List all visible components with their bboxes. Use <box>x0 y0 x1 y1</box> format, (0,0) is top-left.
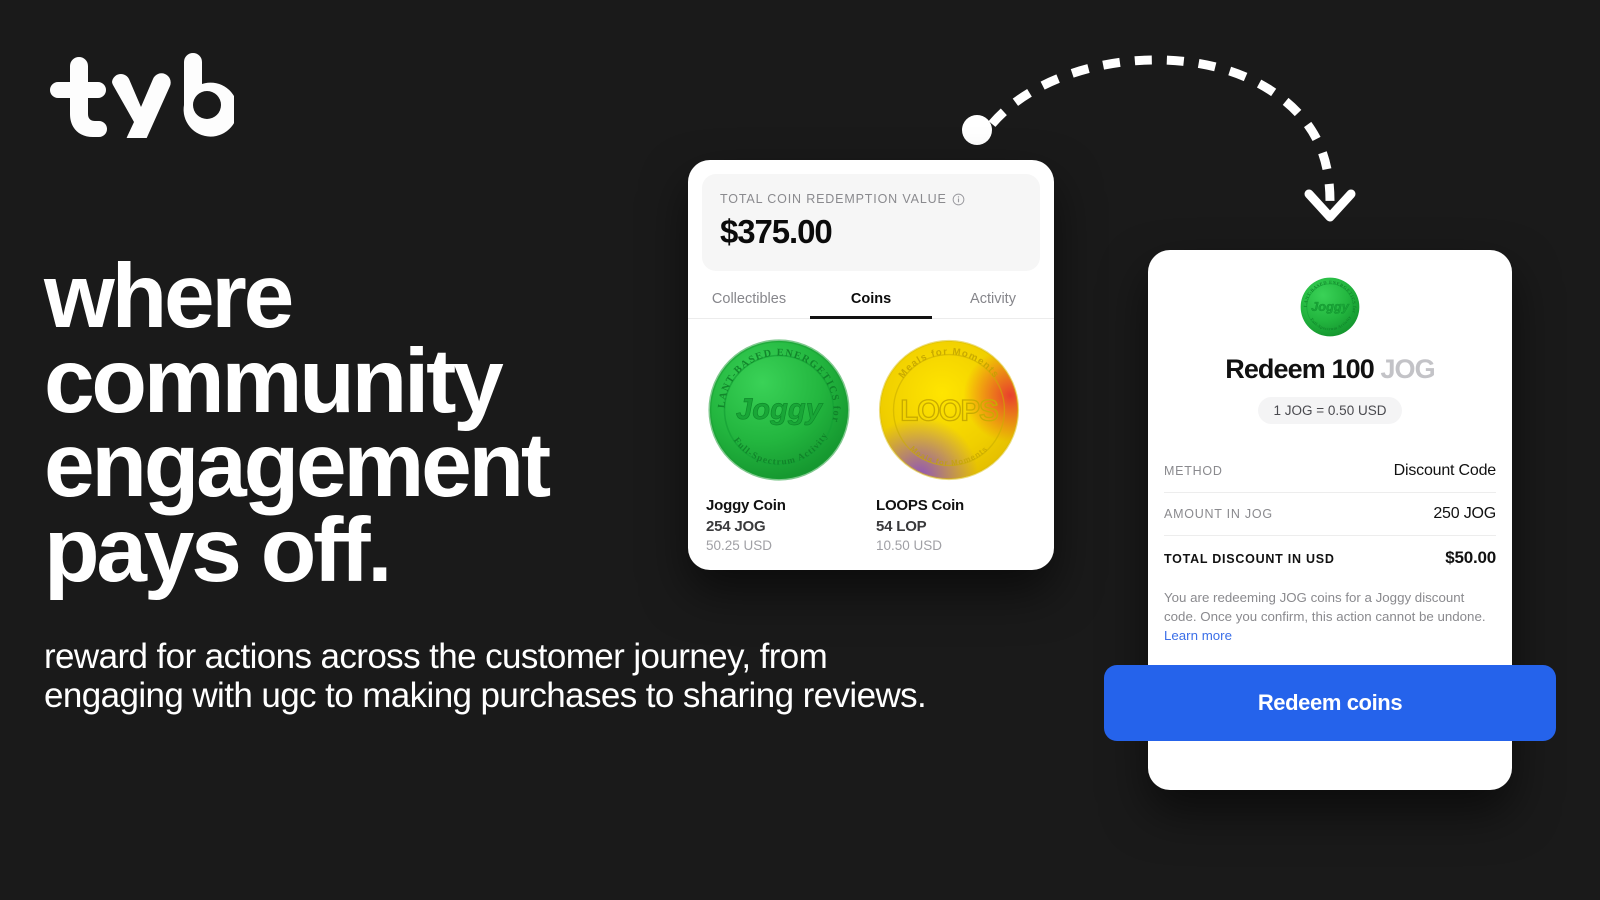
coin-name: LOOPS Coin <box>876 497 965 514</box>
coin-usd-value: 50.25 USD <box>706 538 773 553</box>
total-value-label: TOTAL COIN REDEMPTION VALUE <box>720 192 1022 206</box>
redeem-title: Redeem 100 JOG <box>1148 354 1512 385</box>
table-row: TOTAL DISCOUNT IN USD $50.00 <box>1164 536 1496 580</box>
tyb-logo <box>44 52 238 150</box>
tab-collectibles[interactable]: Collectibles <box>688 285 810 318</box>
coin-list-item[interactable]: PLANT-BASED ENERGETICS for Full-Spectrum… <box>702 329 858 553</box>
coin-amount: 254 JOG <box>706 518 766 535</box>
coin-usd-value: 10.50 USD <box>876 538 943 553</box>
coin-grid: PLANT-BASED ENERGETICS for Full-Spectrum… <box>688 319 1054 553</box>
table-row: METHOD Discount Code <box>1164 450 1496 493</box>
headline-line-1: where <box>44 246 294 347</box>
learn-more-link[interactable]: Learn more <box>1164 628 1232 643</box>
row-value: Discount Code <box>1393 462 1497 479</box>
row-label: TOTAL DISCOUNT IN USD <box>1164 552 1335 566</box>
svg-text:LOOPS: LOOPS <box>900 396 998 428</box>
loops-coin-icon: Meals for Moments Meals for Moments LOOP… <box>876 337 1022 483</box>
info-circle-icon[interactable] <box>952 193 965 206</box>
row-label: METHOD <box>1164 464 1223 478</box>
tab-coins[interactable]: Coins <box>810 285 932 318</box>
tab-activity[interactable]: Activity <box>932 285 1054 318</box>
redeem-title-action: Redeem 100 <box>1225 354 1375 384</box>
redeem-title-unit: JOG <box>1380 354 1435 384</box>
redeem-coins-button[interactable]: Redeem coins <box>1104 665 1556 741</box>
row-label: AMOUNT IN JOG <box>1164 507 1273 521</box>
redeem-disclaimer: You are redeeming JOG coins for a Joggy … <box>1164 588 1496 645</box>
total-value-panel: TOTAL COIN REDEMPTION VALUE $375.00 <box>702 174 1040 271</box>
subcopy-line-2: engaging with ugc to making purchases to… <box>44 675 927 715</box>
coin-amount: 54 LOP <box>876 518 927 535</box>
redeem-detail-rows: METHOD Discount Code AMOUNT IN JOG 250 J… <box>1164 450 1496 580</box>
hero-headline: where community engagement pays off. <box>44 246 664 601</box>
wallet-tabs: Collectibles Coins Activity <box>688 285 1054 319</box>
coin-name: Joggy Coin <box>706 497 786 514</box>
joggy-coin-icon: PLANT-BASED ENERGETICS for Full-Spectrum… <box>702 329 852 483</box>
hero-subcopy: reward for actions across the customer j… <box>44 637 1104 716</box>
disclaimer-text: You are redeeming JOG coins for a Joggy … <box>1164 590 1486 625</box>
svg-text:Joggy: Joggy <box>1311 299 1350 314</box>
subcopy-line-1: reward for actions across the customer j… <box>44 637 828 676</box>
svg-text:Joggy: Joggy <box>736 394 824 426</box>
row-value: $50.00 <box>1445 548 1496 567</box>
wallet-card: TOTAL COIN REDEMPTION VALUE $375.00 Coll… <box>688 160 1054 570</box>
conversion-rate-pill: 1 JOG = 0.50 USD <box>1257 397 1403 424</box>
total-value-label-text: TOTAL COIN REDEMPTION VALUE <box>720 192 947 206</box>
headline-line-4: pays off. <box>44 499 393 601</box>
headline-line-3: engagement <box>44 415 551 517</box>
table-row: AMOUNT IN JOG 250 JOG <box>1164 493 1496 536</box>
promo-canvas: where community engagement pays off. rew… <box>0 0 1600 900</box>
total-value-amount: $375.00 <box>720 213 833 250</box>
headline-line-2: community <box>44 330 504 432</box>
row-value: 250 JOG <box>1433 505 1496 522</box>
joggy-coin-icon: PLANT-BASED ENERGETICS for Full-Spectrum… <box>1297 272 1361 338</box>
coin-list-item[interactable]: Meals for Moments Meals for Moments LOOP… <box>876 337 1028 553</box>
